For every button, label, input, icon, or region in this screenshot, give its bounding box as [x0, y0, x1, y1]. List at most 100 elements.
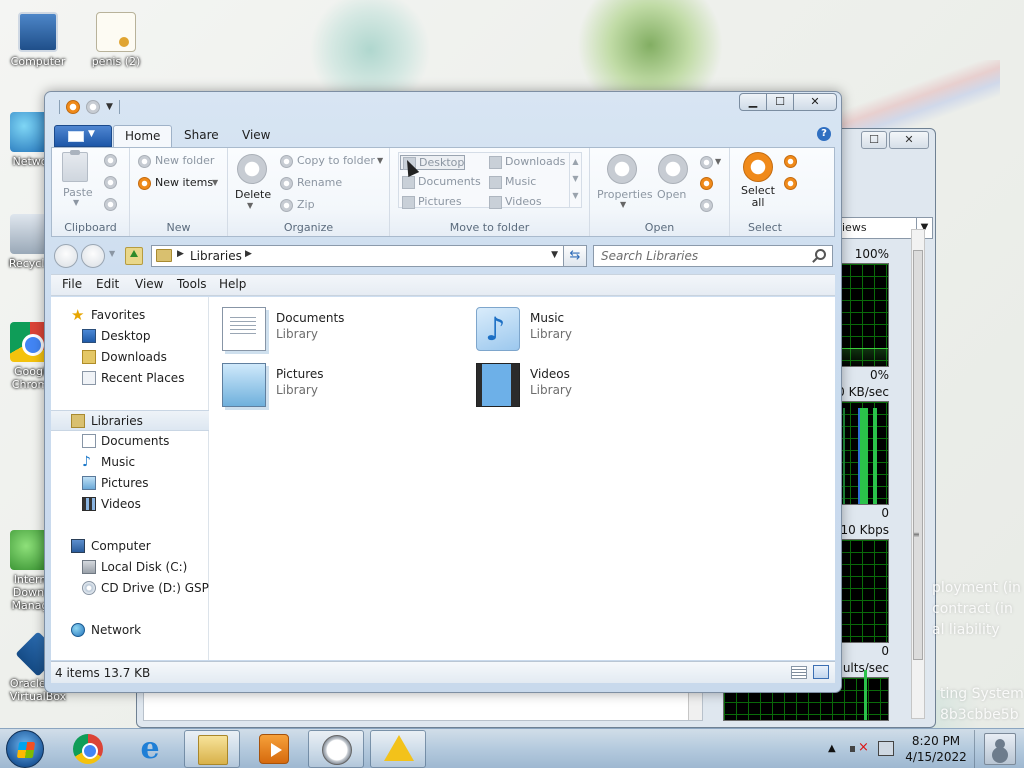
- library-tile-pictures[interactable]: Pictures Library: [210, 359, 440, 409]
- large-icons-view-button[interactable]: [813, 665, 829, 679]
- start-button[interactable]: [6, 730, 44, 768]
- tab-view[interactable]: View: [231, 125, 281, 147]
- sidebar-item-cd-drive[interactable]: CD Drive (D:) GSP1RMCULXFRER_EN_DVD: [51, 578, 209, 599]
- file-tab[interactable]: ▼: [54, 125, 112, 147]
- sidebar-item-desktop[interactable]: Desktop: [51, 326, 209, 347]
- scroll-thumb[interactable]: [913, 250, 923, 660]
- volume-muted-icon[interactable]: [850, 740, 869, 756]
- taskbar-internet-explorer[interactable]: e: [122, 730, 178, 768]
- file-list[interactable]: Documents Library Music Library Pictures…: [210, 297, 835, 660]
- history-button[interactable]: [700, 199, 713, 212]
- breadcrumb[interactable]: Libraries: [190, 249, 242, 263]
- minimize-button[interactable]: ▁: [739, 93, 767, 111]
- tab-share[interactable]: Share: [173, 125, 230, 147]
- search-icon[interactable]: [815, 249, 826, 260]
- tab-home[interactable]: Home: [113, 125, 173, 147]
- forward-button[interactable]: [81, 244, 105, 268]
- maximize-button[interactable]: ☐: [766, 93, 794, 111]
- sidebar-item-downloads[interactable]: Downloads: [51, 347, 209, 368]
- clock[interactable]: 8:20 PM 4/15/2022: [898, 733, 974, 765]
- select-all-button[interactable]: Select all: [740, 185, 776, 209]
- graph-label: 0: [881, 506, 889, 520]
- menu-view[interactable]: View: [131, 277, 167, 291]
- search-box[interactable]: [593, 245, 833, 267]
- sidebar-item-local-disk[interactable]: Local Disk (C:): [51, 557, 209, 578]
- quick-access-new-folder-button[interactable]: [86, 100, 100, 114]
- edit-button[interactable]: [700, 177, 713, 190]
- breadcrumb-arrow-icon[interactable]: ▶: [177, 249, 184, 259]
- group-title: Clipboard: [64, 221, 117, 234]
- desktop-icon-certificate[interactable]: penis (2): [78, 12, 154, 68]
- delete-button[interactable]: Delete: [235, 188, 271, 201]
- move-to-music-button[interactable]: Music: [487, 175, 536, 189]
- recent-places-icon: [82, 371, 96, 385]
- sidebar-item-pictures[interactable]: Pictures: [51, 473, 209, 494]
- details-view-button[interactable]: [791, 666, 807, 679]
- library-tile-videos[interactable]: Videos Library: [464, 359, 694, 409]
- gallery-scrollbar[interactable]: ▲ ▼ ▼: [569, 153, 581, 207]
- menu-help[interactable]: Help: [215, 277, 250, 291]
- help-icon[interactable]: ?: [817, 127, 831, 141]
- ribbon-group-organize: Delete ▼ Copy to folder ▼ Rename Zip Org…: [228, 148, 390, 236]
- taskbar-chrome[interactable]: [60, 730, 116, 768]
- move-to-downloads-button[interactable]: Downloads: [487, 155, 565, 169]
- sidebar-item-libraries[interactable]: Libraries: [51, 410, 209, 431]
- sidebar-item-favorites[interactable]: ★ Favorites: [51, 305, 209, 326]
- menu-edit[interactable]: Edit: [92, 277, 123, 291]
- search-input[interactable]: [594, 246, 804, 266]
- performance-monitor-icon: [322, 735, 352, 765]
- address-bar[interactable]: ▶ Libraries ▶ ▼: [151, 245, 565, 267]
- desktop-icon-computer[interactable]: Computer: [0, 12, 76, 68]
- open-with-button[interactable]: [700, 156, 713, 169]
- recent-locations-icon[interactable]: ▼: [109, 249, 115, 258]
- sidebar-item-network[interactable]: Network: [51, 620, 209, 641]
- up-button[interactable]: [125, 247, 143, 265]
- invert-selection-button[interactable]: [784, 177, 797, 190]
- taskbar-warning-app[interactable]: [370, 730, 426, 768]
- copy-to-folder-button[interactable]: Copy to folder: [297, 154, 375, 167]
- chevron-down-icon[interactable]: ▼: [551, 250, 558, 260]
- maximize-button[interactable]: ☐: [861, 131, 887, 149]
- sidebar-item-music[interactable]: ♪ Music: [51, 452, 209, 473]
- clock-date: 4/15/2022: [905, 750, 967, 764]
- copy-button[interactable]: [104, 176, 117, 189]
- select-none-button[interactable]: [784, 155, 797, 168]
- quick-access-properties-button[interactable]: [66, 100, 80, 114]
- zip-button[interactable]: Zip: [297, 198, 315, 211]
- move-to-pictures-button[interactable]: Pictures: [400, 195, 462, 209]
- cut-button[interactable]: [104, 154, 117, 167]
- copy-path-button[interactable]: [104, 198, 117, 211]
- sidebar-item-computer[interactable]: Computer: [51, 536, 209, 557]
- open-button[interactable]: Open: [657, 188, 686, 201]
- explorer-window[interactable]: ▼ ▁ ☐ ✕ ▼ Home Share View ? Paste ▼ Clip…: [44, 91, 842, 693]
- sidebar-item-documents[interactable]: Documents: [51, 431, 209, 452]
- sidebar-item-recent-places[interactable]: Recent Places: [51, 368, 209, 389]
- library-tile-music[interactable]: Music Library: [464, 303, 694, 353]
- library-tile-documents[interactable]: Documents Library: [210, 303, 440, 353]
- network-tray-icon[interactable]: [878, 741, 894, 756]
- back-button[interactable]: [54, 244, 78, 268]
- rename-button[interactable]: Rename: [297, 176, 342, 189]
- customize-quick-access-icon[interactable]: ▼: [106, 102, 113, 112]
- close-button[interactable]: ✕: [889, 131, 929, 149]
- navigation-pane[interactable]: ★ Favorites Desktop Downloads Recent Pla…: [51, 297, 209, 660]
- window-titlebar[interactable]: ▼ ▁ ☐ ✕: [45, 92, 841, 122]
- sidebar-item-videos[interactable]: Videos: [51, 494, 209, 515]
- move-to-documents-button[interactable]: Documents: [400, 175, 481, 189]
- desktop-icon: [82, 329, 96, 343]
- refresh-button[interactable]: ⇆: [563, 245, 587, 267]
- show-hidden-icons-button[interactable]: ▲: [828, 743, 836, 754]
- breadcrumb-arrow-icon[interactable]: ▶: [245, 249, 252, 259]
- taskbar-file-explorer[interactable]: [184, 730, 240, 768]
- move-to-videos-button[interactable]: Videos: [487, 195, 542, 209]
- menu-file[interactable]: File: [58, 277, 86, 291]
- show-desktop-button[interactable]: [974, 730, 1024, 768]
- vertical-scrollbar[interactable]: ≡: [911, 229, 925, 719]
- new-items-button[interactable]: New items: [155, 176, 213, 189]
- taskbar-media-player[interactable]: [246, 730, 302, 768]
- taskbar-performance-monitor[interactable]: [308, 730, 364, 768]
- close-button[interactable]: ✕: [793, 93, 837, 111]
- menu-tools[interactable]: Tools: [173, 277, 211, 291]
- new-folder-button[interactable]: New folder: [155, 154, 214, 167]
- graph-label: 0: [881, 644, 889, 658]
